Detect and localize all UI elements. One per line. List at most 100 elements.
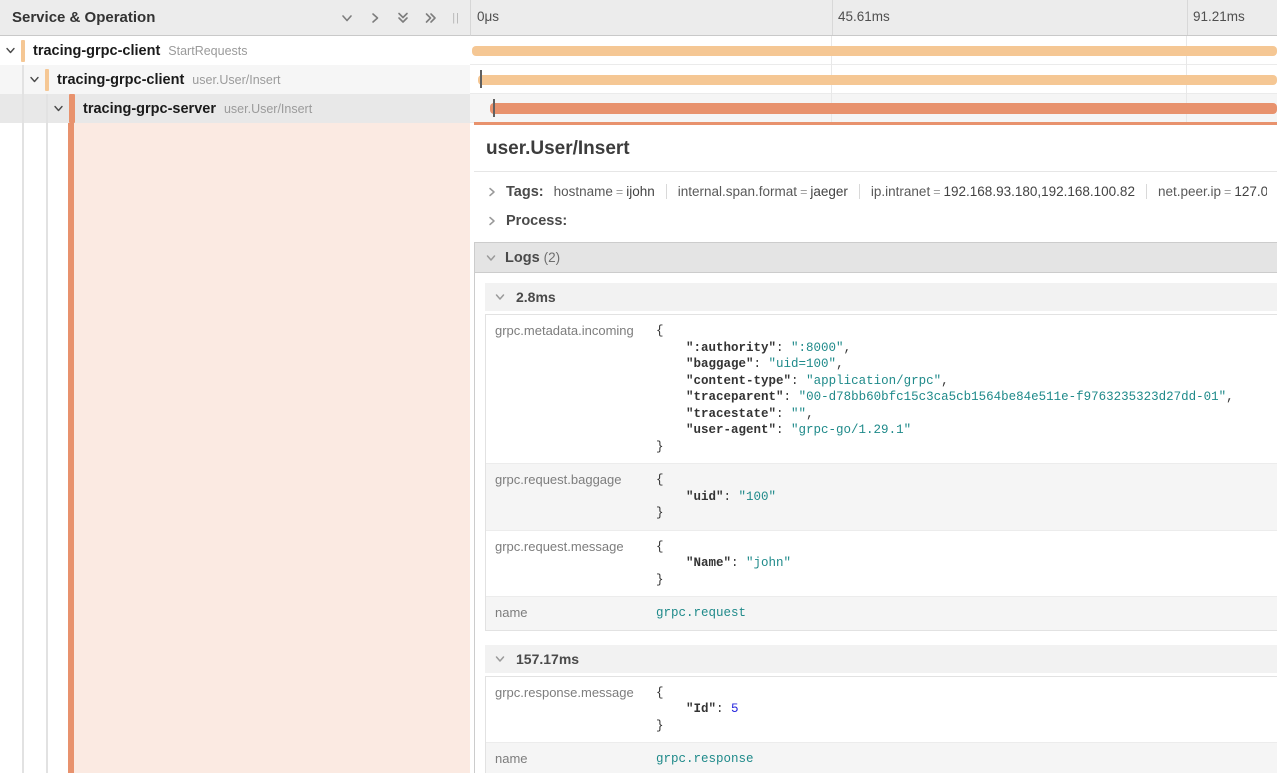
- key-value-row: grpc.request.baggage{ "uid": "100"}: [486, 464, 1277, 531]
- json-line: "Name": "john": [656, 555, 791, 572]
- field-key: grpc.request.message: [486, 531, 654, 597]
- tag-value: jaeger: [810, 184, 848, 199]
- tag-value: 127.0: [1234, 184, 1267, 199]
- json-line: }: [656, 505, 776, 522]
- json-line: }: [656, 718, 739, 735]
- logs-label: Logs: [505, 250, 540, 266]
- log-entry-header[interactable]: 2.8ms: [485, 283, 1277, 311]
- tag-equals: =: [930, 185, 943, 199]
- ruler-tick-label: 45.61ms: [838, 9, 890, 24]
- log-entry: 157.17ms grpc.response.message{ "Id": 5}n…: [485, 645, 1277, 773]
- expand-all-icon[interactable]: [395, 10, 410, 25]
- field-value: grpc.response: [654, 743, 754, 773]
- json-line: {: [656, 539, 791, 556]
- chevron-down-icon[interactable]: [28, 73, 41, 86]
- tag-key: ip.intranet: [871, 184, 930, 199]
- json-line: "uid": "100": [656, 489, 776, 506]
- ruler-tick-line: [832, 0, 833, 35]
- json-line: "content-type": "application/grpc",: [656, 373, 1234, 390]
- timeline-panel: 0μs45.61ms91.21ms: [470, 0, 1277, 122]
- span-operation-name: StartRequests: [168, 44, 247, 58]
- log-marker-tick: [480, 70, 482, 88]
- chevron-down-icon[interactable]: [4, 44, 17, 57]
- key-value-row: namegrpc.request: [486, 597, 1277, 630]
- span-operation-name: user.User/Insert: [192, 73, 280, 87]
- json-line: grpc.response: [656, 751, 754, 768]
- tree-header-title: Service & Operation: [12, 9, 155, 26]
- chevron-down-icon[interactable]: [494, 653, 506, 665]
- tag-separator: [859, 184, 860, 199]
- tags-accordion[interactable]: Tags: hostname=ijohn internal.span.format…: [474, 177, 1277, 206]
- span-tree-row[interactable]: tracing-grpc-client user.User/Insert: [0, 65, 470, 94]
- span-color-bar: [69, 94, 75, 123]
- expand-one-icon[interactable]: [339, 10, 354, 25]
- field-key: grpc.metadata.incoming: [486, 315, 654, 463]
- tag-key: internal.span.format: [678, 184, 797, 199]
- span-service-name: tracing-grpc-client: [57, 72, 184, 88]
- tag-equals: =: [1221, 185, 1234, 199]
- json-line: {: [656, 472, 776, 489]
- tag-item: ip.intranet=192.168.93.180,192.168.100.8…: [871, 184, 1135, 199]
- span-duration-bar[interactable]: [472, 46, 1277, 56]
- chevron-down-icon[interactable]: [485, 252, 497, 264]
- selected-span-color-bar: [68, 123, 74, 773]
- tag-equals: =: [613, 185, 626, 199]
- logs-accordion: Logs (2) 2.8ms grpc.metadata.incoming{ ":…: [474, 242, 1277, 773]
- span-service-name: tracing-grpc-client: [33, 43, 160, 59]
- key-value-table: grpc.metadata.incoming{ ":authority": ":…: [485, 314, 1277, 631]
- field-key: name: [486, 597, 654, 630]
- log-entry-header[interactable]: 157.17ms: [485, 645, 1277, 673]
- selected-span-detail-tint: [74, 123, 470, 773]
- json-line: "baggage": "uid=100",: [656, 356, 1234, 373]
- key-value-row: grpc.response.message{ "Id": 5}: [486, 677, 1277, 744]
- json-line: {: [656, 323, 1234, 340]
- tree-header-icons: [339, 10, 438, 25]
- collapse-all-icon[interactable]: [423, 10, 438, 25]
- log-entries: 2.8ms grpc.metadata.incoming{ ":authority…: [485, 283, 1277, 773]
- process-label: Process:: [506, 213, 567, 229]
- tags-label: Tags:: [506, 184, 544, 200]
- logs-body: 2.8ms grpc.metadata.incoming{ ":authority…: [475, 273, 1277, 773]
- field-value: grpc.request: [654, 597, 746, 630]
- logs-count: (2): [544, 250, 561, 265]
- field-value: { ":authority": ":8000", "baggage": "uid…: [654, 315, 1234, 463]
- key-value-table: grpc.response.message{ "Id": 5}namegrpc.…: [485, 676, 1277, 773]
- json-line: "tracestate": "",: [656, 406, 1234, 423]
- tag-item: internal.span.format=jaeger: [678, 184, 848, 199]
- logs-header[interactable]: Logs (2): [475, 243, 1277, 273]
- chevron-down-icon[interactable]: [494, 291, 506, 303]
- field-value: { "Id": 5}: [654, 677, 739, 743]
- log-timestamp: 2.8ms: [516, 289, 556, 305]
- span-detail-title: user.User/Insert: [474, 125, 1277, 172]
- key-value-row: grpc.metadata.incoming{ ":authority": ":…: [486, 315, 1277, 464]
- json-line: "Id": 5: [656, 701, 739, 718]
- panel-resize-grip[interactable]: ||: [452, 12, 460, 24]
- span-tree-row[interactable]: tracing-grpc-client StartRequests: [0, 36, 470, 65]
- collapse-one-icon[interactable]: [367, 10, 382, 25]
- span-tree-row[interactable]: tracing-grpc-serveruser.User/Insert: [0, 94, 470, 123]
- tags-list: hostname=ijohninternal.span.format=jaege…: [554, 184, 1267, 199]
- timeline-ruler: 0μs45.61ms91.21ms: [470, 0, 1277, 36]
- field-key: grpc.request.baggage: [486, 464, 654, 530]
- json-line: }: [656, 439, 1234, 456]
- span-color-bar: [45, 69, 49, 91]
- log-entry: 2.8ms grpc.metadata.incoming{ ":authority…: [485, 283, 1277, 631]
- key-value-row: namegrpc.response: [486, 743, 1277, 773]
- field-key: name: [486, 743, 654, 773]
- tree-indent-guide: [46, 94, 48, 773]
- chevron-down-icon[interactable]: [52, 102, 65, 115]
- json-line: "user-agent": "grpc-go/1.29.1": [656, 422, 1234, 439]
- chevron-right-icon[interactable]: [486, 215, 498, 227]
- log-marker-tick: [493, 99, 495, 117]
- span-operation-name: user.User/Insert: [224, 102, 312, 116]
- tag-equals: =: [797, 185, 810, 199]
- process-accordion[interactable]: Process:: [474, 206, 1277, 235]
- span-duration-bar[interactable]: [478, 75, 1277, 85]
- tree-header: Service & Operation ||: [0, 0, 470, 36]
- tag-value: 192.168.93.180,192.168.100.82: [944, 184, 1135, 199]
- ruler-tick-label: 0μs: [477, 9, 499, 24]
- tag-separator: [1146, 184, 1147, 199]
- span-duration-bar[interactable]: [490, 103, 1277, 114]
- tag-item: hostname=ijohn: [554, 184, 655, 199]
- chevron-right-icon[interactable]: [486, 186, 498, 198]
